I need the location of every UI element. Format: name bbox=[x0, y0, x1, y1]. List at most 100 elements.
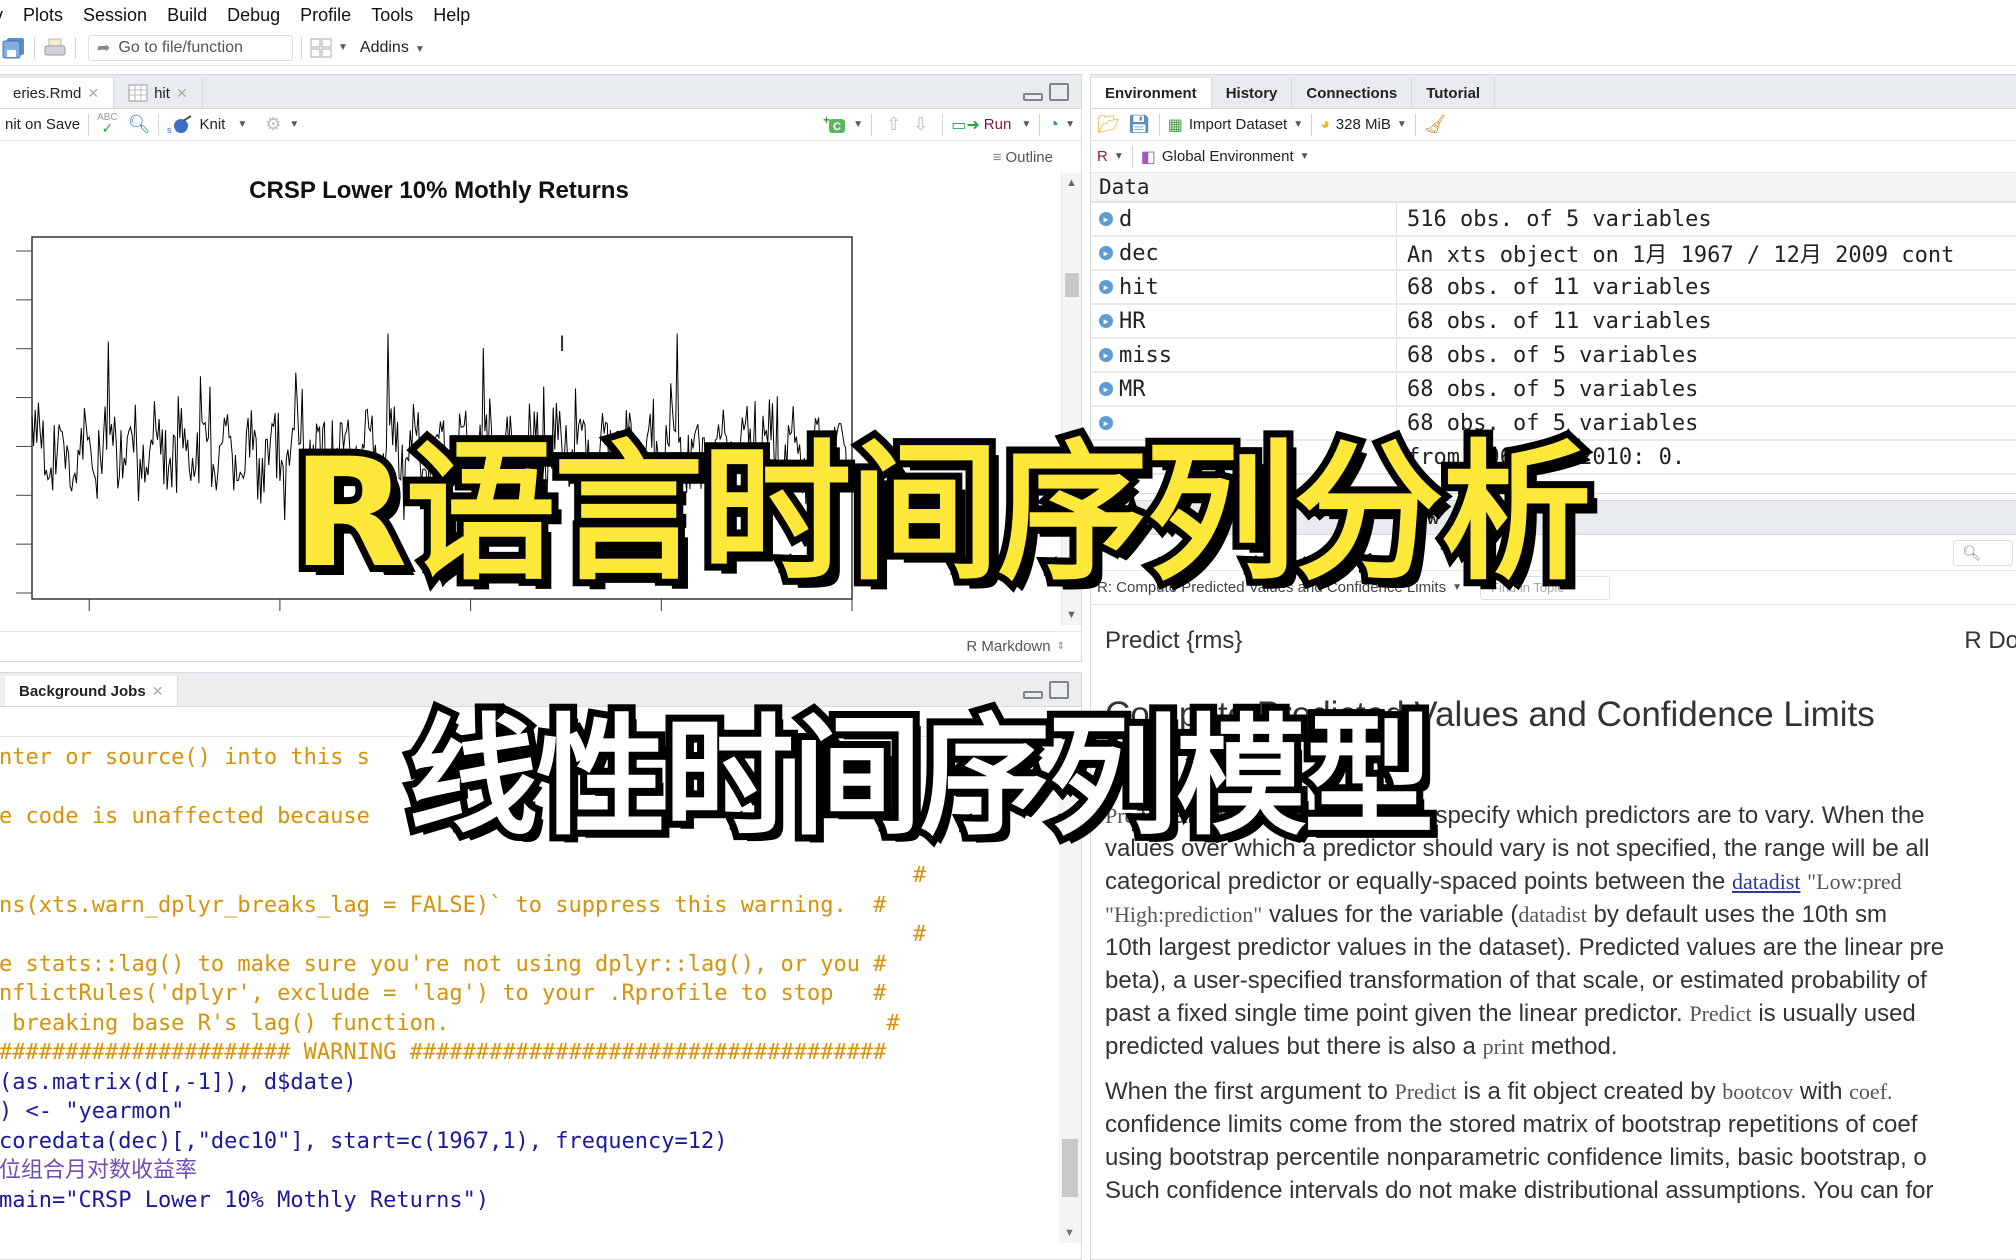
tab-history[interactable]: History bbox=[1212, 78, 1293, 108]
text: using bootstrap percentile nonparametric… bbox=[1105, 1144, 1927, 1171]
document-mode-selector[interactable]: R Markdown bbox=[966, 638, 1050, 655]
x-tick-label: 2010 bbox=[830, 622, 875, 625]
tab-environment[interactable]: Environment bbox=[1091, 78, 1212, 108]
close-icon[interactable]: ✕ bbox=[152, 683, 164, 700]
toolbar-separator bbox=[1131, 145, 1133, 168]
language-selector[interactable]: R bbox=[1097, 148, 1108, 165]
code-datadist: datadist bbox=[1518, 902, 1587, 927]
tab-rmd-file[interactable]: eries.Rmd ✕ bbox=[0, 78, 115, 108]
console-line: 位组合月对数收益率 bbox=[0, 1158, 198, 1183]
code-predict: Predict bbox=[1394, 1079, 1457, 1104]
insert-chunk-icon[interactable]: C + bbox=[823, 115, 847, 135]
addins-label: Addins bbox=[359, 38, 409, 56]
menu-view[interactable]: v bbox=[0, 5, 13, 26]
knit-button[interactable]: Knit bbox=[199, 116, 225, 133]
maximize-icon[interactable] bbox=[1049, 83, 1069, 101]
import-dataset-button[interactable]: Import Dataset bbox=[1189, 116, 1287, 133]
var-name-text: d bbox=[1119, 206, 1133, 232]
datadist-link[interactable]: datadist bbox=[1732, 869, 1800, 894]
env-row[interactable]: ▶ d 516 obs. of 5 variables bbox=[1091, 203, 2016, 237]
tab-connections[interactable]: Connections bbox=[1292, 78, 1413, 108]
goto-file-input[interactable]: ➦ Go to file/function bbox=[88, 34, 293, 61]
menu-session[interactable]: Session bbox=[73, 5, 157, 26]
text: past a fixed single time point given the… bbox=[1105, 1000, 1690, 1027]
tab-tutorial[interactable]: Tutorial bbox=[1412, 78, 1496, 108]
toolbar-separator bbox=[1311, 113, 1313, 136]
chevron-down-icon[interactable]: ▼ bbox=[1300, 151, 1310, 162]
menu-debug[interactable]: Debug bbox=[217, 5, 290, 26]
close-icon[interactable]: ✕ bbox=[87, 85, 99, 102]
chevron-down-icon[interactable]: ▼ bbox=[1065, 119, 1075, 130]
chevron-down-icon[interactable]: ▼ bbox=[1021, 119, 1031, 130]
menu-help[interactable]: Help bbox=[423, 5, 480, 26]
scroll-thumb[interactable] bbox=[1065, 273, 1079, 297]
rerun-icon[interactable]: ◔ bbox=[1048, 114, 1059, 135]
env-row[interactable]: ▶ miss 68 obs. of 5 variables bbox=[1091, 339, 2016, 373]
chevron-down-icon[interactable]: ▼ bbox=[1114, 151, 1124, 162]
goto-arrow-icon: ➦ bbox=[97, 39, 111, 57]
table-icon bbox=[128, 84, 148, 102]
expand-icon[interactable]: ▶ bbox=[1099, 212, 1113, 226]
scroll-down-icon[interactable]: ▼ bbox=[1066, 609, 1077, 621]
text: by default uses the 10th sm bbox=[1586, 901, 1888, 928]
layout-dropdown-icon[interactable]: ▼ bbox=[338, 42, 348, 53]
x-tick-label: 1990 bbox=[448, 622, 493, 625]
env-row[interactable]: ▶ hit 68 obs. of 11 variables bbox=[1091, 271, 2016, 305]
chevron-down-icon[interactable]: ▼ bbox=[289, 119, 299, 130]
code-print: print bbox=[1482, 1034, 1525, 1059]
chevron-down-icon[interactable]: ▼ bbox=[237, 119, 247, 130]
run-icon[interactable]: ▭➜ bbox=[951, 115, 980, 135]
scroll-up-icon[interactable]: ▲ bbox=[1066, 177, 1077, 189]
menu-profile[interactable]: Profile bbox=[290, 5, 361, 26]
minimize-icon[interactable] bbox=[1023, 93, 1043, 101]
menu-build[interactable]: Build bbox=[157, 5, 217, 26]
expand-icon[interactable]: ▶ bbox=[1099, 348, 1113, 362]
text: beta), a user-specified transformation o… bbox=[1105, 967, 1927, 994]
knit-on-save-checkbox[interactable]: nit on Save bbox=[5, 116, 80, 133]
outline-button[interactable]: Outline bbox=[1005, 149, 1053, 166]
help-search-input[interactable]: 🔍︎ bbox=[1953, 539, 2013, 566]
import-dataset-icon[interactable]: ▦ bbox=[1168, 115, 1183, 135]
scope-selector[interactable]: Global Environment bbox=[1162, 148, 1294, 165]
scroll-down-icon[interactable]: ▼ bbox=[1064, 1227, 1075, 1239]
broom-icon[interactable]: 🧹︎ bbox=[1424, 114, 1447, 135]
environment-toolbar: 📂︎ 💾︎ ▦ Import Dataset ▼ ◕ 328 MiB ▼ 🧹︎ bbox=[1091, 109, 2016, 141]
run-button[interactable]: Run bbox=[984, 116, 1012, 133]
expand-icon[interactable]: ▶ bbox=[1099, 314, 1113, 328]
save-all-icon[interactable] bbox=[2, 37, 26, 59]
chevron-down-icon[interactable]: ▼ bbox=[1293, 119, 1303, 130]
arrow-up-icon[interactable]: ⇧ bbox=[886, 114, 901, 135]
scroll-thumb[interactable] bbox=[1062, 1139, 1078, 1197]
close-icon[interactable]: ✕ bbox=[176, 85, 188, 102]
help-header: Predict {rms} R Do bbox=[1105, 627, 2016, 655]
grid-layout-icon[interactable] bbox=[310, 38, 332, 58]
chevron-down-icon[interactable]: ▼ bbox=[1397, 119, 1407, 130]
save-icon[interactable]: 💾︎ bbox=[1128, 114, 1151, 135]
mode-updown-icon[interactable]: ⇕ bbox=[1057, 641, 1065, 652]
memory-usage[interactable]: 328 MiB bbox=[1336, 116, 1391, 133]
print-icon[interactable] bbox=[43, 37, 67, 59]
open-folder-icon[interactable]: 📂︎ bbox=[1097, 114, 1120, 135]
environment-icon: ◧ bbox=[1140, 148, 1156, 166]
addins-button[interactable]: Addins ▼ bbox=[360, 39, 425, 57]
env-row[interactable]: ▶ dec An xts object on 1月 1967 / 12月 2009 … bbox=[1091, 237, 2016, 271]
env-row[interactable]: ▶ HR 68 obs. of 11 variables bbox=[1091, 305, 2016, 339]
chevron-down-icon[interactable]: ▼ bbox=[853, 119, 863, 130]
console-line: coredata(dec)[,"dec10"], start=c(1967,1)… bbox=[0, 1128, 728, 1154]
gear-icon[interactable]: ⚙ bbox=[265, 114, 281, 135]
tab-hit[interactable]: hit ✕ bbox=[114, 78, 203, 108]
menu-plots[interactable]: Plots bbox=[13, 5, 73, 26]
text: values for the variable ( bbox=[1268, 901, 1519, 928]
expand-icon[interactable]: ▶ bbox=[1099, 246, 1113, 260]
expand-icon[interactable]: ▶ bbox=[1099, 280, 1113, 294]
var-name-text: miss bbox=[1119, 342, 1172, 368]
menu-tools[interactable]: Tools bbox=[361, 5, 423, 26]
outline-row: ≡ Outline bbox=[0, 141, 1081, 173]
knit-icon[interactable]: s bbox=[167, 114, 193, 135]
console-line: (as.matrix(d[,-1]), d$date) bbox=[0, 1069, 357, 1095]
text: categorical predictor or equally-spaced … bbox=[1105, 868, 1733, 895]
arrow-down-icon[interactable]: ⇩ bbox=[913, 114, 928, 135]
search-icon[interactable]: 🔍︎ bbox=[128, 114, 151, 135]
spellcheck-icon[interactable]: ABC ✓ bbox=[97, 113, 118, 136]
tab-background-jobs[interactable]: Background Jobs ✕ bbox=[5, 676, 179, 706]
